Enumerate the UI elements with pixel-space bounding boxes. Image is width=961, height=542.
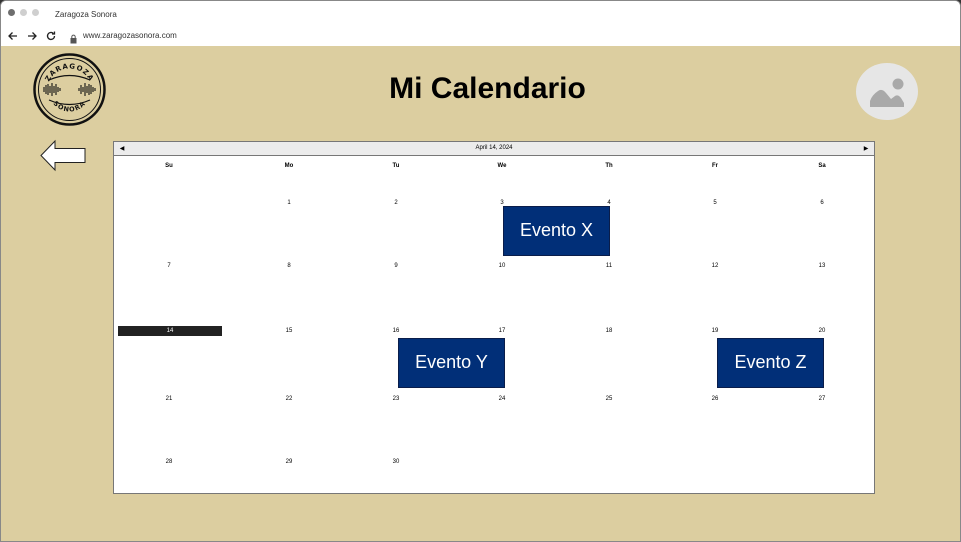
browser-window: Zaragoza Sonora www.zaragozasonora.com Z… [0,0,961,542]
weekday-header: Sa [818,163,826,169]
calendar-day[interactable]: 29 [286,459,293,465]
calendar: ◀ April 14, 2024 ▶ Su Mo Tu We Th Fr Sa 1 2 3 4 5 6 7… [113,141,875,494]
calendar-day[interactable]: 19 [712,328,719,334]
event-label: Evento Z [734,352,807,372]
calendar-day[interactable]: 26 [712,396,719,402]
reload-icon[interactable] [44,29,58,43]
next-month-button[interactable]: ▶ [861,144,871,154]
window-minimize-dot[interactable] [20,9,27,16]
page-content: ZARAGOZA SONORA Mi Calendario ◀ April 14… [1,46,960,541]
calendar-header: ◀ April 14, 2024 ▶ [114,142,874,156]
browser-titlebar: Zaragoza Sonora [1,1,960,27]
calendar-day[interactable]: 16 [393,328,400,334]
calendar-day[interactable]: 13 [819,263,826,269]
weekday-header: Tu [392,163,400,169]
calendar-day[interactable]: 17 [499,328,506,334]
weekday-header: We [497,163,507,169]
calendar-day[interactable]: 28 [166,459,173,465]
event-block[interactable]: Evento Y [398,338,505,388]
image-placeholder-icon [870,78,904,107]
event-label: Evento Y [415,352,488,372]
calendar-day[interactable]: 27 [819,396,826,402]
calendar-day[interactable]: 25 [606,396,613,402]
calendar-day[interactable]: 10 [499,263,506,269]
url-field[interactable]: www.zaragozasonora.com [83,31,177,40]
calendar-day[interactable]: 8 [287,263,290,269]
calendar-day[interactable]: 30 [393,459,400,465]
window-maximize-dot[interactable] [32,9,39,16]
calendar-day[interactable]: 24 [499,396,506,402]
arrow-left-icon [40,139,86,172]
calendar-day[interactable]: 5 [713,200,716,206]
calendar-day[interactable]: 23 [393,396,400,402]
avatar[interactable] [856,63,918,120]
weekday-header: Mo [284,163,294,169]
calendar-day[interactable]: 15 [286,328,293,334]
calendar-day[interactable]: 6 [820,200,823,206]
back-arrow-button[interactable] [39,139,87,172]
calendar-day[interactable]: 9 [394,263,397,269]
lock-icon [70,31,77,44]
browser-address-bar: www.zaragozasonora.com [1,27,960,46]
event-label: Evento X [519,220,594,240]
event-block[interactable]: Evento Z [717,338,824,388]
calendar-day[interactable]: 20 [819,328,826,334]
event-block[interactable]: Evento X [503,206,610,256]
calendar-current-date: April 14, 2024 [475,145,513,151]
calendar-day[interactable]: 2 [394,200,397,206]
calendar-day[interactable]: 21 [166,396,173,402]
calendar-day[interactable]: 22 [286,396,293,402]
forward-icon[interactable] [25,29,39,43]
calendar-day[interactable]: 18 [606,328,613,334]
calendar-day[interactable]: 12 [712,263,719,269]
browser-tab-title[interactable]: Zaragoza Sonora [55,10,117,19]
window-close-dot[interactable] [8,9,15,16]
weekday-header: Fr [712,163,718,169]
calendar-day[interactable]: 1 [287,200,290,206]
weekday-header: Th [605,163,613,169]
page-title: Mi Calendario [389,72,586,105]
weekday-header: Su [165,163,173,169]
calendar-day[interactable]: 7 [167,263,170,269]
calendar-day-today[interactable]: 14 [118,326,222,336]
back-icon[interactable] [6,29,20,43]
calendar-day[interactable]: 11 [606,263,612,269]
